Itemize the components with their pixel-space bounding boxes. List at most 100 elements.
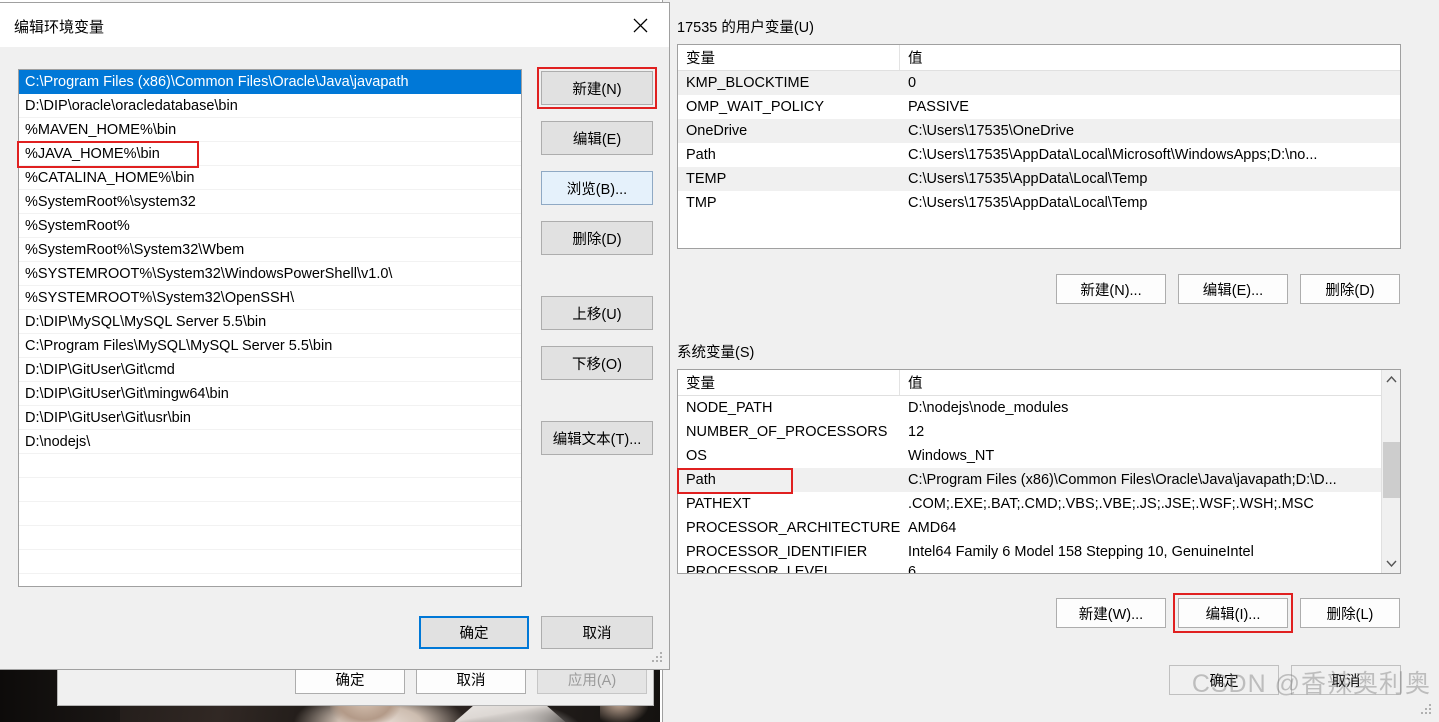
- table-row[interactable]: KMP_BLOCKTIME 0: [678, 71, 1400, 95]
- path-entry[interactable]: C:\Program Files (x86)\Common Files\Orac…: [19, 70, 521, 94]
- path-entry[interactable]: D:\DIP\oracle\oracledatabase\bin: [19, 94, 521, 118]
- table-row[interactable]: NODE_PATH D:\nodejs\node_modules: [678, 396, 1400, 420]
- user-col-variable: 变量: [678, 45, 900, 70]
- move-up-button[interactable]: 上移(U): [541, 296, 653, 330]
- system-variables-scrollbar[interactable]: [1381, 370, 1400, 573]
- variable-value: AMD64: [908, 520, 957, 536]
- variable-name: PROCESSOR_IDENTIFIER: [686, 544, 868, 560]
- scroll-up-icon[interactable]: [1382, 370, 1400, 389]
- path-entry-empty: [19, 574, 521, 586]
- user-delete-button[interactable]: 删除(D): [1300, 274, 1400, 304]
- user-col-value: 值: [908, 51, 923, 67]
- variable-value: D:\nodejs\node_modules: [908, 400, 1069, 416]
- variable-value: 6: [908, 564, 917, 574]
- variable-name: NODE_PATH: [686, 400, 773, 416]
- table-row[interactable]: PROCESSOR_LEVEL 6: [678, 564, 1400, 574]
- path-entry[interactable]: %MAVEN_HOME%\bin: [19, 118, 521, 142]
- path-entry[interactable]: %JAVA_HOME%\bin: [19, 142, 521, 166]
- path-entry[interactable]: %SystemRoot%: [19, 214, 521, 238]
- edit-dialog-title: 编辑环境变量: [14, 19, 105, 36]
- path-entry[interactable]: D:\DIP\MySQL\MySQL Server 5.5\bin: [19, 310, 521, 334]
- user-variables-body: KMP_BLOCKTIME 0 OMP_WAIT_POLICY PASSIVE OneD…: [678, 71, 1400, 215]
- new-button[interactable]: 新建(N): [541, 71, 653, 105]
- table-row[interactable]: TEMP C:\Users\17535\AppData\Local\Temp: [678, 167, 1400, 191]
- path-entry[interactable]: %SYSTEMROOT%\System32\OpenSSH\: [19, 286, 521, 310]
- variable-name: TMP: [686, 195, 717, 211]
- variable-value: PASSIVE: [908, 99, 969, 115]
- system-variables-body: NODE_PATH D:\nodejs\node_modules NUMBER_OF…: [678, 396, 1400, 574]
- browse-button[interactable]: 浏览(B)...: [541, 171, 653, 205]
- variable-name: OS: [686, 448, 707, 464]
- table-row[interactable]: PATHEXT .COM;.EXE;.BAT;.CMD;.VBS;.VBE;.JS…: [678, 492, 1400, 516]
- path-entry[interactable]: D:\DIP\GitUser\Git\usr\bin: [19, 406, 521, 430]
- system-variables-label: 系统变量(S): [677, 345, 755, 361]
- user-variables-list[interactable]: 变量 值 KMP_BLOCKTIME 0 OMP_WAIT_POLICY PASSIV…: [677, 44, 1401, 249]
- variable-value: .COM;.EXE;.BAT;.CMD;.VBS;.VBE;.JS;.JSE;.…: [908, 496, 1314, 512]
- edit-dialog-cancel-button[interactable]: 取消: [541, 616, 653, 649]
- variable-value: Intel64 Family 6 Model 158 Stepping 10, …: [908, 544, 1254, 560]
- scrollbar-thumb[interactable]: [1383, 442, 1400, 498]
- variable-value: Windows_NT: [908, 448, 995, 464]
- edit-dialog-titlebar: 编辑环境变量: [0, 3, 669, 47]
- system-edit-button[interactable]: 编辑(I)...: [1178, 598, 1288, 628]
- user-variables-label: 17535 的用户变量(U): [677, 20, 814, 36]
- variable-name: NUMBER_OF_PROCESSORS: [686, 424, 888, 440]
- env-cancel-button[interactable]: 取消: [1291, 665, 1401, 695]
- path-entries-list[interactable]: C:\Program Files (x86)\Common Files\Orac…: [18, 69, 522, 587]
- variable-value: C:\Users\17535\AppData\Local\Temp: [908, 171, 1148, 187]
- path-entry-empty: [19, 550, 521, 574]
- table-row[interactable]: TMP C:\Users\17535\AppData\Local\Temp: [678, 191, 1400, 215]
- path-entry-empty: [19, 526, 521, 550]
- edit-button[interactable]: 编辑(E): [541, 121, 653, 155]
- edit-text-button[interactable]: 编辑文本(T)...: [541, 421, 653, 455]
- path-entry[interactable]: D:\DIP\GitUser\Git\mingw64\bin: [19, 382, 521, 406]
- scroll-down-icon[interactable]: [1382, 554, 1400, 573]
- table-row[interactable]: Path C:\Program Files (x86)\Common Files\…: [678, 468, 1400, 492]
- variable-name: PATHEXT: [686, 496, 751, 512]
- table-row[interactable]: PROCESSOR_IDENTIFIER Intel64 Family 6 Mod…: [678, 540, 1400, 564]
- path-entry[interactable]: D:\DIP\GitUser\Git\cmd: [19, 358, 521, 382]
- user-new-button[interactable]: 新建(N)...: [1056, 274, 1166, 304]
- variable-value: C:\Program Files (x86)\Common Files\Orac…: [908, 472, 1337, 488]
- variable-value: C:\Users\17535\OneDrive: [908, 123, 1075, 139]
- path-entry[interactable]: %CATALINA_HOME%\bin: [19, 166, 521, 190]
- table-row[interactable]: PROCESSOR_ARCHITECTURE AMD64: [678, 516, 1400, 540]
- close-icon[interactable]: [619, 11, 661, 39]
- path-entry[interactable]: C:\Program Files\MySQL\MySQL Server 5.5\…: [19, 334, 521, 358]
- variable-name: OMP_WAIT_POLICY: [686, 99, 825, 115]
- path-entry[interactable]: %SYSTEMROOT%\System32\WindowsPowerShell\…: [19, 262, 521, 286]
- table-row[interactable]: OneDrive C:\Users\17535\OneDrive: [678, 119, 1400, 143]
- table-row[interactable]: NUMBER_OF_PROCESSORS 12: [678, 420, 1400, 444]
- edit-environment-variable-dialog: 编辑环境变量 C:\Program Files (x86)\Common Fil…: [0, 2, 670, 670]
- move-down-button[interactable]: 下移(O): [541, 346, 653, 380]
- table-row[interactable]: Path C:\Users\17535\AppData\Local\Microso…: [678, 143, 1400, 167]
- user-variables-header: 变量 值: [678, 45, 1400, 71]
- screen: 确定 取消 应用(A) 17535 的用户变量(U) 变量 值 KMP_BLOC…: [0, 0, 1439, 722]
- variable-name: Path: [686, 147, 716, 163]
- variable-value: 0: [908, 75, 917, 91]
- table-row[interactable]: OMP_WAIT_POLICY PASSIVE: [678, 95, 1400, 119]
- path-entry-empty: [19, 502, 521, 526]
- variable-name: KMP_BLOCKTIME: [686, 75, 810, 91]
- path-entry[interactable]: D:\nodejs\: [19, 430, 521, 454]
- edit-dialog-ok-button[interactable]: 确定: [419, 616, 529, 649]
- variable-name: TEMP: [686, 171, 727, 187]
- variable-name: PROCESSOR_LEVEL: [686, 564, 832, 574]
- resize-grip[interactable]: [1421, 704, 1433, 716]
- system-variables-list[interactable]: 变量 值 NODE_PATH D:\nodejs\node_modules NUMB…: [677, 369, 1401, 574]
- system-col-value: 值: [908, 376, 923, 392]
- path-entry[interactable]: %SystemRoot%\System32\Wbem: [19, 238, 521, 262]
- env-ok-button[interactable]: 确定: [1169, 665, 1279, 695]
- path-entry-empty: [19, 454, 521, 478]
- path-entry[interactable]: %SystemRoot%\system32: [19, 190, 521, 214]
- edit-dialog-resize-grip[interactable]: [652, 652, 664, 664]
- user-edit-button[interactable]: 编辑(E)...: [1178, 274, 1288, 304]
- system-delete-button[interactable]: 删除(L): [1300, 598, 1400, 628]
- system-new-button[interactable]: 新建(W)...: [1056, 598, 1166, 628]
- variable-value: C:\Users\17535\AppData\Local\Microsoft\W…: [908, 147, 1318, 163]
- variable-name: OneDrive: [686, 123, 748, 139]
- table-row[interactable]: OS Windows_NT: [678, 444, 1400, 468]
- variable-name: Path: [686, 472, 716, 488]
- variable-name: PROCESSOR_ARCHITECTURE: [686, 520, 900, 536]
- delete-button[interactable]: 删除(D): [541, 221, 653, 255]
